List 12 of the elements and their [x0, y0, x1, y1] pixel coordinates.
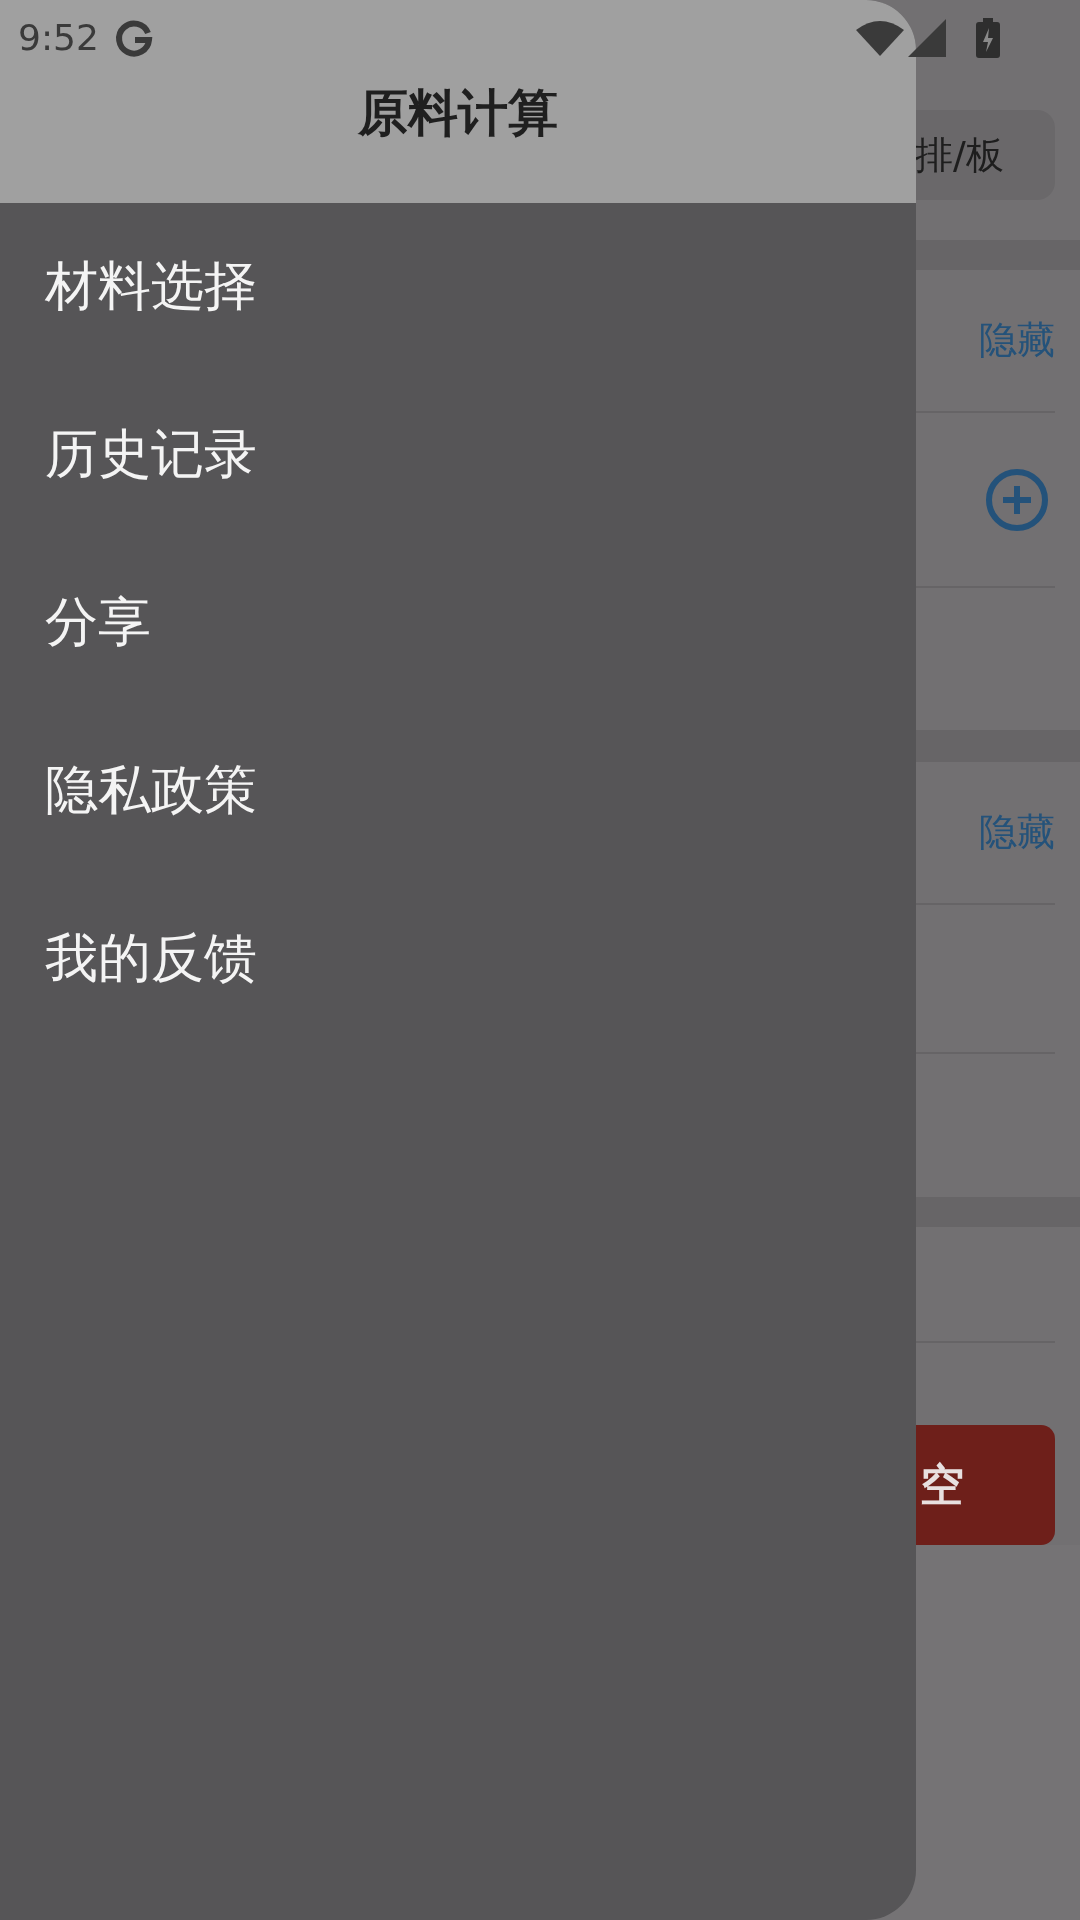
menu-item[interactable]: 材料选择 — [0, 203, 916, 371]
drawer-title: 原料计算 — [358, 83, 558, 144]
battery-icon — [976, 17, 1000, 58]
signal-icon — [908, 18, 946, 57]
menu-item[interactable]: 历史记录 — [0, 371, 916, 539]
menu-item[interactable]: 我的反馈 — [0, 875, 916, 1043]
status-time: 9:52 — [18, 17, 99, 58]
menu-item[interactable]: 分享 — [0, 539, 916, 707]
clear-button[interactable]: 空 — [916, 1425, 1055, 1545]
menu-item[interactable]: 隐私政策 — [0, 707, 916, 875]
add-icon[interactable] — [985, 467, 1049, 532]
wifi-icon — [856, 19, 904, 56]
